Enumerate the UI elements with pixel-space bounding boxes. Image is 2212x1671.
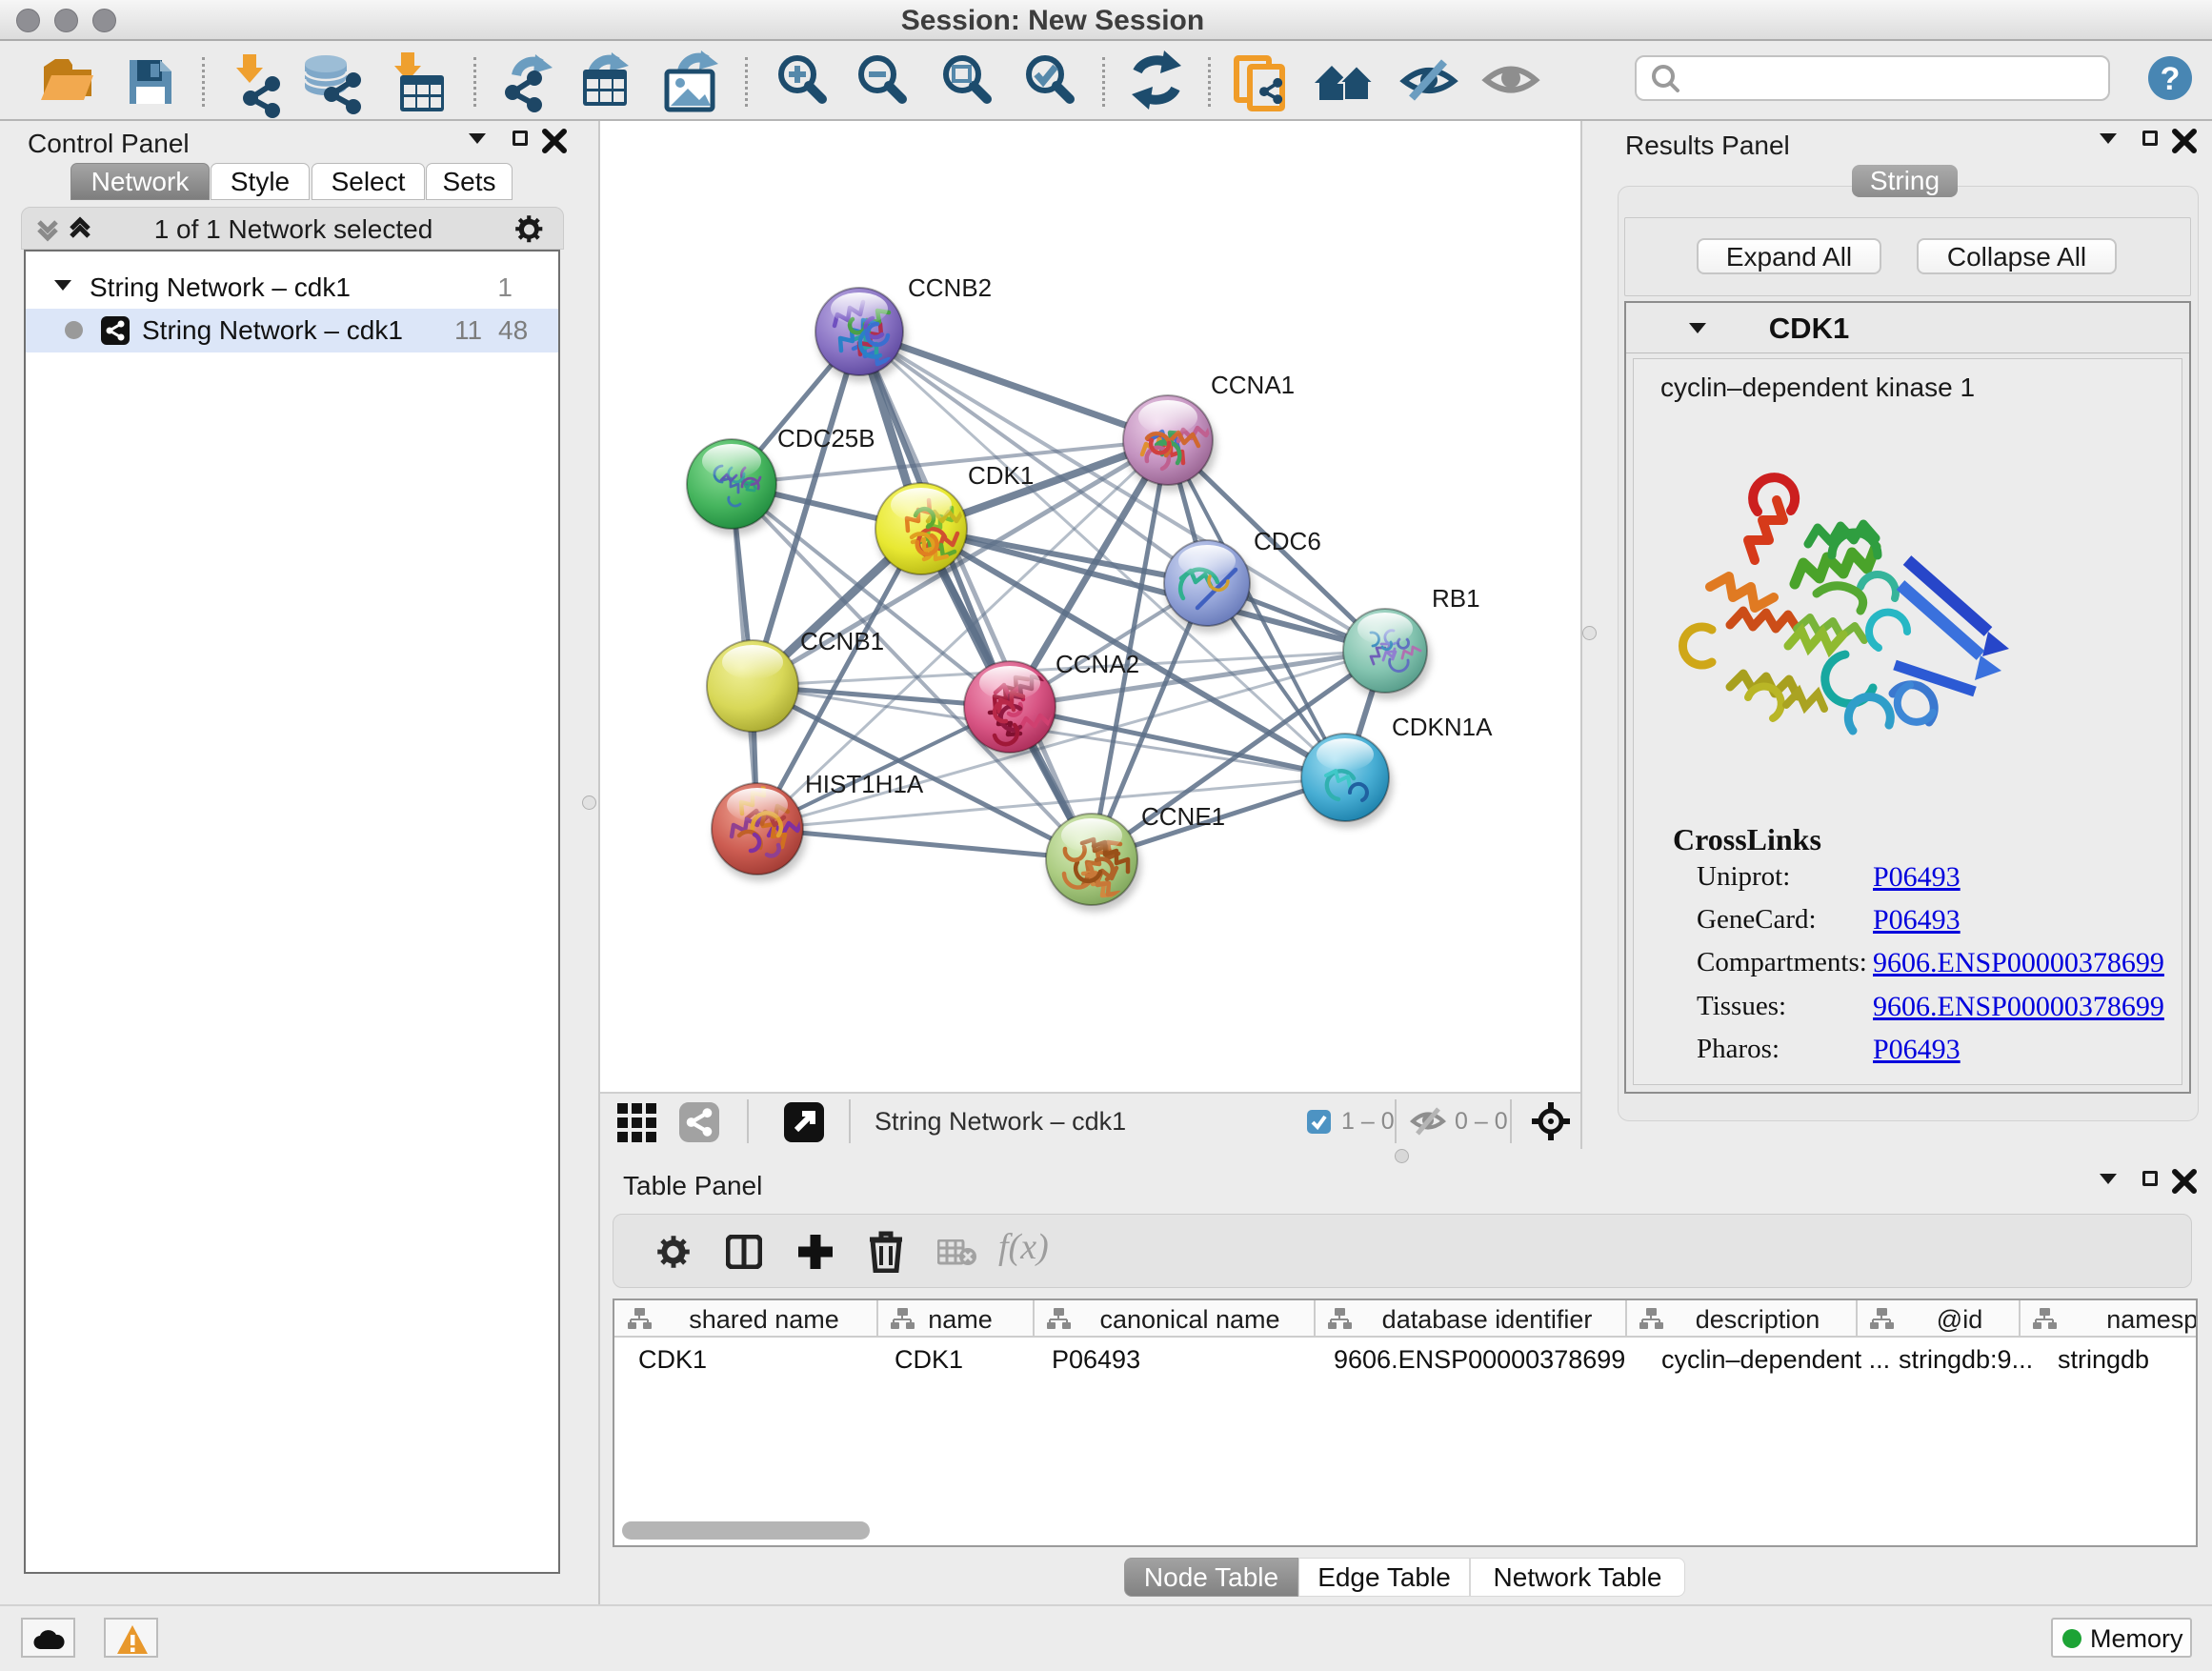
svg-text:?: ? <box>2161 61 2181 97</box>
svg-text:name: name <box>928 1305 993 1334</box>
svg-text:RB1: RB1 <box>1432 584 1480 613</box>
svg-text:namespace: namespace <box>2106 1305 2196 1334</box>
svg-text:CDKN1A: CDKN1A <box>1392 713 1493 741</box>
svg-text:HIST1H1A: HIST1H1A <box>805 770 924 798</box>
svg-text:CCNE1: CCNE1 <box>1141 802 1225 831</box>
svg-text:canonical name: canonical name <box>1099 1305 1279 1334</box>
svg-text:CCNA1: CCNA1 <box>1211 371 1295 399</box>
svg-text:CCNA2: CCNA2 <box>1056 650 1139 678</box>
svg-text:description: description <box>1696 1305 1820 1334</box>
svg-text:CCNB2: CCNB2 <box>908 273 992 302</box>
svg-text:@id: @id <box>1937 1305 1982 1334</box>
svg-text:CDC25B: CDC25B <box>777 424 875 453</box>
svg-text:CDC6: CDC6 <box>1254 527 1321 555</box>
svg-text:CCNB1: CCNB1 <box>800 627 884 655</box>
svg-text:database identifier: database identifier <box>1382 1305 1593 1334</box>
svg-text:CDK1: CDK1 <box>968 461 1034 490</box>
svg-text:shared name: shared name <box>689 1305 839 1334</box>
